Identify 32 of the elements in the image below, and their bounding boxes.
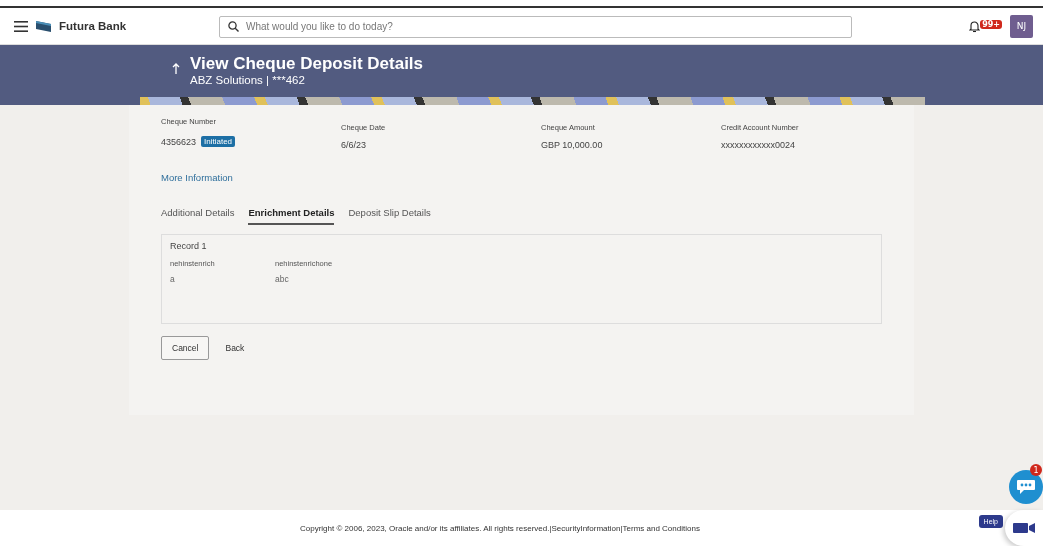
page-title: View Cheque Deposit Details — [190, 54, 424, 74]
field-value: a — [170, 274, 176, 284]
record-title: Record 1 — [170, 241, 208, 251]
page-subtitle: ABZ Solutions | ***462 — [190, 74, 306, 86]
video-camera-icon — [1013, 522, 1035, 534]
logo-icon — [36, 20, 51, 32]
notification-badge: 99+ — [980, 19, 1002, 29]
up-arrow-icon[interactable] — [172, 63, 180, 74]
field-value: 6/6/23 — [341, 140, 367, 150]
tab[interactable]: Enrichment Details — [248, 207, 335, 225]
tab[interactable]: Deposit Slip Details — [348, 207, 431, 225]
menu-icon[interactable] — [14, 20, 28, 32]
copyright-text: Copyright © 2006, 2023, Oracle and/or its affiliates. All rights reserved.| — [300, 523, 552, 533]
bell-icon[interactable] — [969, 19, 981, 33]
tab[interactable]: Additional Details — [161, 207, 235, 225]
cancel-button[interactable]: Cancel — [161, 336, 210, 360]
status-badge: Initiated — [201, 136, 236, 147]
field-value: 4356623 — [161, 136, 197, 147]
chat-badge: 1 — [1030, 464, 1042, 476]
user-avatar[interactable]: NJ — [1010, 14, 1033, 38]
field-value: GBP 10,000.00 — [541, 140, 603, 150]
more-information-link[interactable]: More Information — [161, 172, 882, 183]
field-value: abc — [275, 274, 290, 284]
video-button[interactable] — [1005, 510, 1043, 546]
field-value: xxxxxxxxxxxx0024 — [721, 140, 796, 150]
back-button[interactable]: Back — [221, 336, 249, 360]
search-icon — [228, 20, 239, 32]
search-field[interactable]: What would you like to do today? — [219, 15, 852, 38]
chat-icon — [1016, 479, 1036, 495]
brand-name: Futura Bank — [59, 20, 127, 32]
separator-text: | — [620, 523, 623, 533]
footer-link[interactable]: Terms and Conditions — [622, 523, 700, 533]
